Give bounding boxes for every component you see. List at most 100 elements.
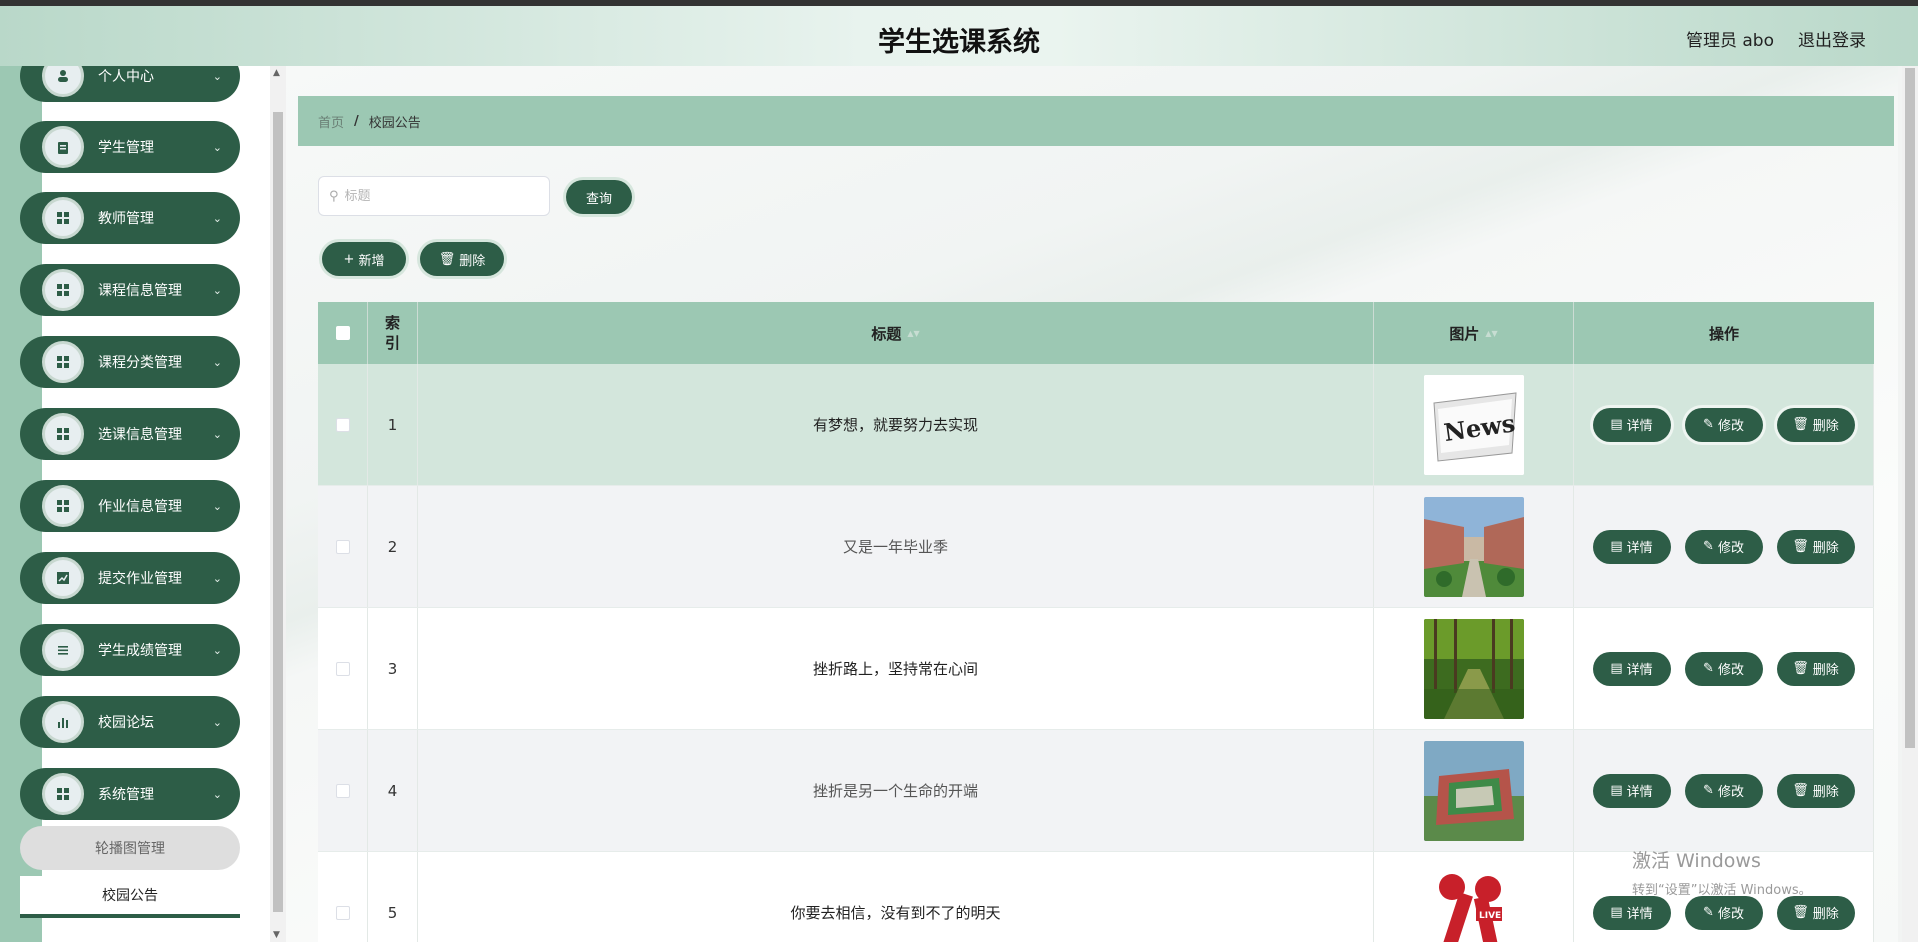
scroll-down-icon[interactable]: ▼ — [273, 930, 280, 940]
sidebar-subitem-campus-notice[interactable]: 校园公告 — [20, 876, 240, 918]
detail-button[interactable]: ▤ 详情 — [1592, 407, 1671, 442]
stadium-aerial-image[interactable] — [1423, 740, 1524, 841]
chevron-down-icon: ⌄ — [212, 715, 222, 729]
row-image-cell — [1374, 486, 1574, 607]
row-ops: ▤ 详情 ✎ 修改 🗑 删除 — [1574, 730, 1874, 851]
search-field[interactable]: ⚲ — [318, 176, 550, 216]
row-index: 5 — [368, 852, 418, 942]
row-image-cell — [1374, 730, 1574, 851]
edit-button[interactable]: ✎ 修改 — [1684, 773, 1763, 808]
pencil-icon: ✎ — [1703, 417, 1714, 432]
row-image-cell — [1374, 608, 1574, 729]
batch-delete-button[interactable]: 🗑 删除 — [420, 242, 504, 276]
row-index: 2 — [368, 486, 418, 607]
grid-icon — [42, 485, 84, 527]
sidebar-item-submit-homework[interactable]: 提交作业管理 ⌄ — [20, 552, 240, 604]
edit-button[interactable]: ✎ 修改 — [1684, 651, 1763, 686]
row-title: 又是一年毕业季 — [418, 486, 1374, 607]
query-button[interactable]: 查询 — [566, 180, 632, 214]
sidebar-item-teacher-management[interactable]: 教师管理 ⌄ — [20, 192, 240, 244]
sidebar-item-campus-forum[interactable]: 校园论坛 ⌄ — [20, 696, 240, 748]
edit-button[interactable]: ✎ 修改 — [1684, 407, 1763, 442]
query-button-label: 查询 — [585, 191, 612, 207]
sort-icon[interactable]: ▲▼ — [1485, 329, 1497, 338]
news-microphone-image[interactable]: LIVE — [1423, 862, 1524, 942]
news-image[interactable]: News — [1423, 374, 1524, 475]
delete-button[interactable]: 🗑 删除 — [1776, 773, 1855, 808]
sidebar-subitem-carousel[interactable]: 轮播图管理 — [20, 826, 240, 870]
scroll-up-icon[interactable]: ▲ — [273, 68, 280, 78]
detail-button[interactable]: ▤ 详情 — [1592, 529, 1671, 564]
row-checkbox[interactable] — [335, 417, 350, 432]
detail-button[interactable]: ▤ 详情 — [1592, 895, 1671, 930]
detail-label: 详情 — [1626, 419, 1653, 434]
logout-link[interactable]: 退出登录 — [1798, 26, 1866, 51]
sidebar-item-student-management[interactable]: 学生管理 ⌄ — [20, 121, 240, 173]
edit-label: 修改 — [1717, 663, 1744, 678]
table-row[interactable]: 3 挫折路上，坚持常在心间 ▤ 详情 ✎ 修改 🗑 删除 — [318, 608, 1874, 730]
detail-button[interactable]: ▤ 详情 — [1592, 773, 1671, 808]
header-title-label: 标题 — [871, 324, 902, 343]
table-row[interactable]: 4 挫折是另一个生命的开端 ▤ 详情 ✎ 修改 🗑 删除 — [318, 730, 1874, 852]
chart-icon — [42, 557, 84, 599]
chevron-down-icon: ⌄ — [212, 571, 222, 585]
edit-button[interactable]: ✎ 修改 — [1684, 895, 1763, 930]
delete-button[interactable]: 🗑 删除 — [1776, 895, 1855, 930]
doc-icon: ▤ — [1610, 417, 1623, 432]
sidebar-item-system-management[interactable]: 系统管理 ⌄ — [20, 768, 240, 820]
row-image-cell: LIVE — [1374, 852, 1574, 942]
sidebar-item-student-grades[interactable]: 学生成绩管理 ⌄ — [20, 624, 240, 676]
sidebar-item-course-info[interactable]: 课程信息管理 ⌄ — [20, 264, 240, 316]
main-content: 首页 / 校园公告 ⚲ 查询 + 新增 🗑 删除 索引 标题 ▲▼ 图片 ▲▼ — [286, 66, 1898, 942]
select-all-checkbox[interactable] — [335, 326, 350, 340]
table-row[interactable]: 1 有梦想，就要努力去实现 News ▤ 详情 ✎ 修改 🗑 删除 — [318, 364, 1874, 486]
header-title[interactable]: 标题 ▲▼ — [418, 302, 1374, 364]
edit-label: 修改 — [1717, 419, 1744, 434]
detail-label: 详情 — [1626, 785, 1653, 800]
header-user-area: 管理员 abo 退出登录 — [1686, 26, 1866, 51]
breadcrumb-home-link[interactable]: 首页 — [318, 112, 344, 131]
sidebar-item-personal-center[interactable]: 个人中心 ⌄ — [20, 66, 240, 102]
table-row[interactable]: 2 又是一年毕业季 ▤ 详情 ✎ 修改 🗑 删除 — [318, 486, 1874, 608]
add-button[interactable]: + 新增 — [322, 242, 406, 276]
table-header: 索引 标题 ▲▼ 图片 ▲▼ 操作 — [318, 302, 1874, 364]
list-icon — [42, 629, 84, 671]
sidebar-item-label: 提交作业管理 — [98, 571, 182, 587]
sidebar-item-course-selection[interactable]: 选课信息管理 ⌄ — [20, 408, 240, 460]
forest-road-image[interactable] — [1423, 618, 1524, 719]
delete-button[interactable]: 🗑 删除 — [1776, 407, 1855, 442]
chevron-down-icon: ⌄ — [212, 211, 222, 225]
sidebar-item-homework-info[interactable]: 作业信息管理 ⌄ — [20, 480, 240, 532]
row-checkbox[interactable] — [335, 539, 350, 554]
app-title: 学生选课系统 — [878, 27, 1040, 58]
sidebar-item-course-category[interactable]: 课程分类管理 ⌄ — [20, 336, 240, 388]
detail-button[interactable]: ▤ 详情 — [1592, 651, 1671, 686]
live-text: LIVE — [1479, 911, 1501, 921]
row-index: 4 — [368, 730, 418, 851]
sidebar-scrollbar[interactable]: ▲ ▼ — [270, 66, 286, 942]
current-user-label[interactable]: 管理员 abo — [1686, 26, 1774, 51]
doc-icon: ▤ — [1610, 905, 1623, 920]
main-scrollbar-thumb[interactable] — [1905, 68, 1915, 748]
search-input[interactable] — [344, 188, 525, 204]
header-image[interactable]: 图片 ▲▼ — [1374, 302, 1574, 364]
campus-building-image[interactable] — [1423, 496, 1524, 597]
main-scrollbar[interactable] — [1902, 66, 1918, 942]
row-checkbox[interactable] — [335, 661, 350, 676]
row-checkbox[interactable] — [335, 783, 350, 798]
bar-chart-icon — [42, 701, 84, 743]
trash-icon: 🗑 — [438, 251, 456, 267]
sort-icon[interactable]: ▲▼ — [907, 329, 919, 338]
add-button-label: 新增 — [358, 253, 385, 269]
row-select-cell — [318, 364, 368, 485]
delete-button[interactable]: 🗑 删除 — [1776, 651, 1855, 686]
row-image-cell: News — [1374, 364, 1574, 485]
app-header: 学生选课系统 管理员 abo 退出登录 — [0, 6, 1918, 66]
person-icon — [42, 66, 84, 97]
edit-button[interactable]: ✎ 修改 — [1684, 529, 1763, 564]
grid-icon — [42, 773, 84, 815]
delete-button[interactable]: 🗑 删除 — [1776, 529, 1855, 564]
row-checkbox[interactable] — [335, 905, 350, 920]
sidebar-scrollbar-thumb[interactable] — [273, 112, 283, 912]
chevron-down-icon: ⌄ — [212, 787, 222, 801]
